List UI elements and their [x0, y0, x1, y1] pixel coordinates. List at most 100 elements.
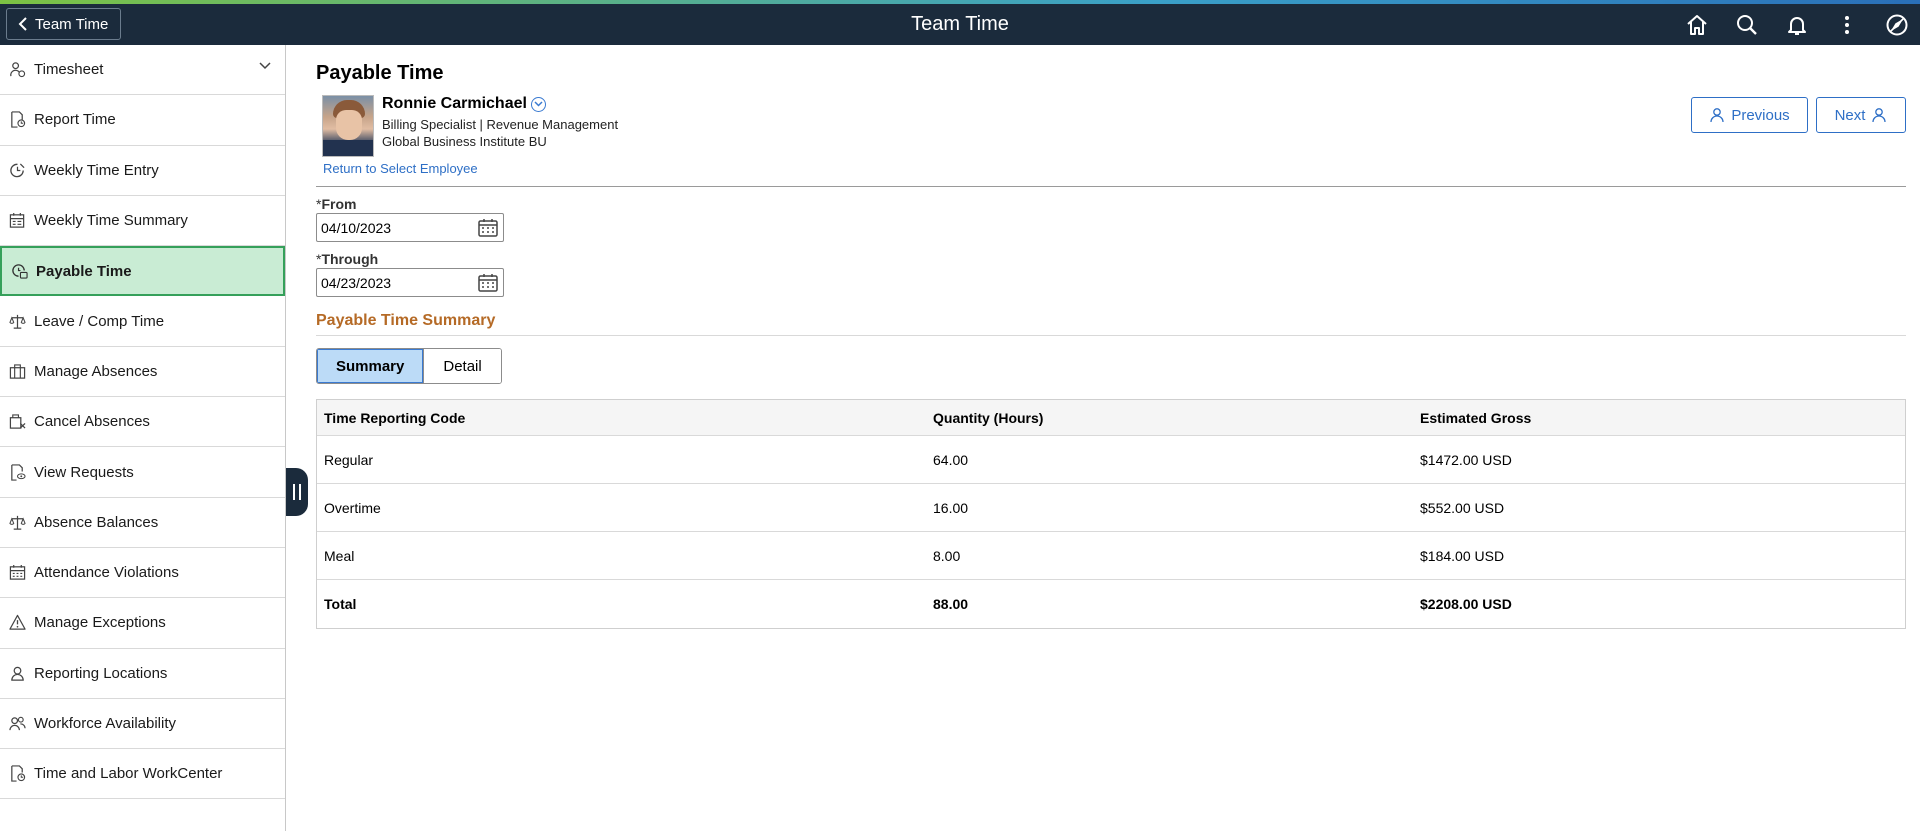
quantity-cell: 16.00	[933, 499, 969, 516]
sidebar-item-label: Workforce Availability	[34, 715, 177, 732]
column-header: Time Reporting Code	[324, 409, 466, 426]
from-date-value: 04/10/2023	[321, 219, 392, 236]
employee-photo	[322, 95, 374, 157]
person-icon	[1872, 108, 1887, 123]
chevron-down-icon	[259, 62, 271, 70]
grid-header-row: Time Reporting Code Quantity (Hours) Est…	[317, 400, 1905, 436]
drag-handle-icon	[293, 484, 301, 500]
navbar-icon[interactable]	[1884, 12, 1910, 38]
sidebar-collapse-handle[interactable]	[286, 468, 308, 516]
person-icon	[1710, 108, 1724, 123]
payable-time-grid: Time Reporting Code Quantity (Hours) Est…	[316, 399, 1906, 629]
report-time-icon	[8, 111, 26, 129]
sidebar-item-attendance-violations[interactable]: Attendance Violations	[0, 548, 285, 599]
sidebar-item-report-time[interactable]: Report Time	[0, 95, 285, 146]
timesheet-icon	[8, 61, 26, 79]
sidebar-item-payable-time[interactable]: Payable Time	[0, 246, 285, 297]
sidebar-item-weekly-time-entry[interactable]: Weekly Time Entry	[0, 146, 285, 196]
previous-label: Previous	[1731, 106, 1790, 124]
section-divider	[316, 335, 1906, 336]
employee-dropdown-button[interactable]	[530, 96, 546, 112]
through-label: *Through	[316, 251, 379, 267]
sidebar-item-label: View Requests	[34, 463, 134, 481]
workcenter-icon	[8, 765, 26, 783]
sidebar-item-leave-comp-time[interactable]: Leave / Comp Time	[0, 296, 285, 347]
sidebar-item-label: Attendance Violations	[34, 564, 179, 582]
sidebar-item-timesheet[interactable]: Timesheet	[0, 45, 285, 96]
employee-business-unit: Global Business Institute BU	[382, 134, 547, 149]
sidebar-item-label: Reporting Locations	[34, 664, 168, 682]
from-date-field[interactable]: 04/10/2023	[316, 213, 504, 242]
employee-job: Billing Specialist | Revenue Management	[382, 117, 619, 132]
payable-time-summary-title: Payable Time Summary	[316, 312, 496, 329]
employee-header: Ronnie Carmichael Billing Specialist | R…	[316, 95, 1906, 157]
back-button[interactable]: Team Time	[6, 8, 122, 40]
sidebar-item-label: Weekly Time Entry	[34, 161, 159, 179]
estimated-gross-cell: $1472.00 USD	[1420, 451, 1512, 468]
view-requests-icon	[8, 463, 26, 481]
chevron-down-icon	[534, 101, 543, 107]
calendar-icon[interactable]	[477, 217, 499, 239]
estimated-gross-cell: $552.00 USD	[1420, 499, 1505, 516]
next-label: Next	[1834, 106, 1866, 124]
header-divider	[316, 186, 1906, 187]
time-reporting-code-cell: Regular	[324, 451, 374, 468]
sidebar-item-manage-absences[interactable]: Manage Absences	[0, 347, 285, 398]
cancel-absence-icon	[8, 413, 26, 431]
sidebar-item-view-requests[interactable]: View Requests	[0, 447, 285, 498]
sidebar-item-reporting-locations[interactable]: Reporting Locations	[0, 649, 285, 699]
time-reporting-code-cell: Overtime	[324, 499, 381, 516]
total-quantity-cell: 88.00	[933, 596, 969, 612]
sidebar-item-time-and-labor-workcenter[interactable]: Time and Labor WorkCenter	[0, 749, 285, 800]
sidebar-item-cancel-absences[interactable]: Cancel Absences	[0, 397, 285, 448]
main-content: Payable Time Ronnie Carmichael Billing S…	[316, 45, 1906, 629]
sidebar-item-label: Payable Time	[36, 262, 132, 280]
sidebar-item-label: Timesheet	[34, 61, 104, 79]
from-label: *From	[316, 196, 357, 212]
time-reporting-code-cell: Meal	[324, 547, 355, 564]
home-icon[interactable]	[1684, 12, 1710, 38]
sidebar-item-label: Report Time	[34, 111, 116, 129]
sidebar-item-label: Absence Balances	[34, 513, 159, 531]
more-icon[interactable]	[1834, 12, 1860, 38]
bell-icon[interactable]	[1784, 12, 1810, 38]
weekly-entry-icon	[8, 161, 26, 179]
search-icon[interactable]	[1734, 12, 1760, 38]
briefcase-icon	[8, 362, 26, 380]
table-row: Meal 8.00 $184.00 USD	[317, 532, 1905, 580]
quantity-cell: 64.00	[933, 451, 969, 468]
previous-employee-button[interactable]: Previous	[1691, 97, 1808, 133]
total-gross-cell: $2208.00 USD	[1420, 596, 1512, 612]
table-row: Overtime 16.00 $552.00 USD	[317, 484, 1905, 532]
page-title: Payable Time	[316, 62, 444, 84]
column-header: Quantity (Hours)	[933, 409, 1044, 426]
sidebar-item-label: Manage Exceptions	[34, 614, 166, 632]
employee-name-row: Ronnie Carmichael	[382, 95, 546, 113]
sidebar-item-workforce-availability[interactable]: Workforce Availability	[0, 699, 285, 750]
estimated-gross-cell: $184.00 USD	[1420, 547, 1505, 564]
sidebar-item-absence-balances[interactable]: Absence Balances	[0, 498, 285, 548]
quantity-cell: 8.00	[933, 547, 961, 564]
next-employee-button[interactable]: Next	[1816, 97, 1906, 133]
balance-icon	[8, 513, 26, 531]
return-to-select-employee-link[interactable]: Return to Select Employee	[323, 161, 1906, 176]
through-date-field[interactable]: 04/23/2023	[316, 268, 504, 297]
sidebar-item-manage-exceptions[interactable]: Manage Exceptions	[0, 598, 285, 649]
tab-detail[interactable]: Detail	[424, 349, 501, 383]
through-date-value: 04/23/2023	[321, 274, 392, 291]
sidebar-item-label: Leave / Comp Time	[34, 312, 165, 330]
back-button-label: Team Time	[35, 15, 109, 33]
sidebar: Timesheet Report Time Weekly Time Entry …	[0, 45, 286, 831]
sidebar-item-weekly-time-summary[interactable]: Weekly Time Summary	[0, 196, 285, 247]
sidebar-item-label: Time and Labor WorkCenter	[34, 765, 223, 783]
location-icon	[8, 664, 26, 682]
tab-summary[interactable]: Summary	[317, 349, 425, 383]
employee-name: Ronnie Carmichael	[382, 95, 527, 112]
sidebar-item-label: Manage Absences	[34, 362, 158, 380]
calendar-icon	[8, 564, 26, 582]
calendar-icon[interactable]	[477, 272, 499, 294]
sidebar-item-label: Cancel Absences	[34, 413, 150, 431]
scale-icon	[8, 312, 26, 330]
people-icon	[8, 715, 26, 733]
total-label-cell: Total	[324, 596, 357, 612]
